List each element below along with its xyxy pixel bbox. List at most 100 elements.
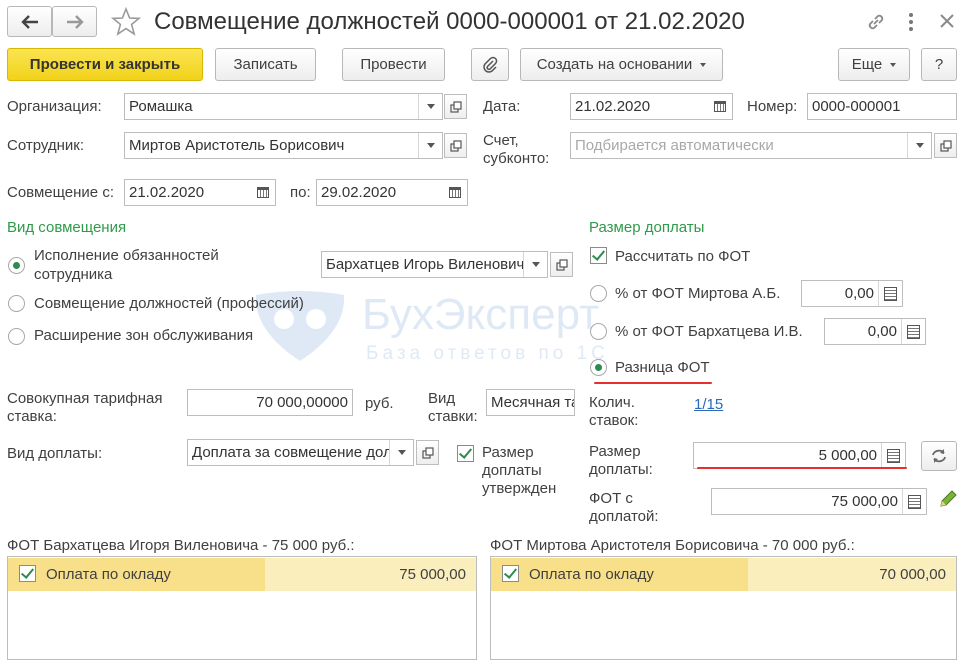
tariff-currency: руб. [365, 395, 394, 412]
link-icon[interactable] [866, 12, 886, 32]
fot-barkhattsev-title: ФОТ Бархатцева Игоря Виленовича - 75 000… [7, 537, 355, 554]
organization-label: Организация: [7, 98, 102, 115]
calculator-button[interactable] [881, 443, 905, 468]
table-row[interactable]: Оплата по окладу 75 000,00 [8, 558, 476, 591]
percent-mirtov-field[interactable]: 0,00 [801, 280, 903, 307]
row-value: 70 000,00 [879, 566, 946, 583]
account-open-button[interactable] [934, 133, 957, 158]
fot-barkhattsev-table[interactable]: Оплата по окладу 75 000,00 [7, 556, 477, 660]
account-placeholder: Подбирается автоматически [575, 137, 774, 154]
organization-field[interactable]: Ромашка [124, 93, 443, 120]
employee-open-button[interactable] [444, 133, 467, 158]
surcharge-amount-field[interactable]: 5 000,00 [693, 442, 906, 469]
employee-field[interactable]: Миртов Аристотель Борисович [124, 132, 443, 159]
calendar-icon [714, 101, 726, 112]
rate-kind-field[interactable]: Месячная тарифная ставка [486, 389, 575, 416]
percent-mirtov-value: 0,00 [844, 285, 874, 302]
account-label-line2: субконто: [483, 150, 550, 167]
account-field[interactable]: Подбирается автоматически [570, 132, 932, 159]
arrow-right-icon [66, 14, 84, 29]
percent-mirtov-label: % от ФОТ Миртова А.Б. [615, 285, 781, 302]
help-button[interactable]: ? [921, 48, 957, 81]
forward-button[interactable] [52, 6, 97, 37]
calendar-icon [449, 187, 461, 198]
post-and-close-button[interactable]: Провести и закрыть [7, 48, 203, 81]
surcharge-approved-checkbox[interactable] [457, 445, 474, 462]
post-button[interactable]: Провести [342, 48, 445, 81]
chevron-down-icon [700, 62, 707, 67]
surcharge-amount-label-line1: Размер [589, 443, 641, 460]
calendar-button[interactable] [708, 94, 732, 119]
create-based-on-button[interactable]: Создать на основании [520, 48, 723, 81]
fot-with-surcharge-value: 75 000,00 [831, 493, 898, 510]
payment-kind-open-button[interactable] [416, 440, 439, 465]
number-field[interactable]: 0000-000001 [807, 93, 957, 120]
calculator-button[interactable] [901, 319, 925, 344]
combo-type-heading: Вид совмещения [7, 219, 127, 236]
percent-barkhattsev-label: % от ФОТ Бархатцева И.В. [615, 323, 803, 340]
dropdown-button[interactable] [389, 440, 413, 465]
attach-button[interactable] [471, 48, 509, 81]
combo-to-field[interactable]: 29.02.2020 [316, 179, 468, 206]
calculator-icon [907, 324, 920, 339]
radio-execute-duties[interactable] [8, 257, 25, 274]
calculator-button[interactable] [878, 281, 902, 306]
table-row[interactable]: Оплата по окладу 70 000,00 [491, 558, 956, 591]
surcharge-approved-label-line2: доплаты [482, 462, 542, 479]
radio-combine-positions[interactable] [8, 295, 25, 312]
rate-kind-value: Месячная тарифная ставка [491, 394, 574, 411]
dropdown-button[interactable] [907, 133, 931, 158]
tariff-field[interactable]: 70 000,00000 [187, 389, 353, 416]
radio-percent-mirtov[interactable] [590, 285, 607, 302]
dropdown-button[interactable] [523, 252, 547, 277]
fot-with-surcharge-field[interactable]: 75 000,00 [711, 488, 927, 515]
fot-mirtov-table[interactable]: Оплата по окладу 70 000,00 [490, 556, 957, 660]
radio-fot-difference[interactable] [590, 359, 607, 376]
percent-barkhattsev-field[interactable]: 0,00 [824, 318, 926, 345]
radio-percent-barkhattsev[interactable] [590, 323, 607, 340]
row-checkbox[interactable] [502, 565, 519, 582]
date-field[interactable]: 21.02.2020 [570, 93, 733, 120]
substitute-open-button[interactable] [550, 252, 573, 277]
substitute-employee-field[interactable]: Бархатцев Игорь Виленович [321, 251, 548, 278]
row-label: Оплата по окладу [46, 566, 171, 583]
recalculate-button[interactable] [921, 441, 957, 471]
chevron-down-icon [915, 143, 924, 148]
combine-positions-label: Совмещение должностей (профессий) [34, 295, 304, 312]
open-window-icon [555, 258, 568, 271]
organization-open-button[interactable] [444, 94, 467, 119]
fot-with-surcharge-label-line1: ФОТ с [589, 490, 633, 507]
dropdown-button[interactable] [418, 133, 442, 158]
close-icon[interactable] [939, 13, 955, 29]
page-title: Совмещение должностей 0000-000001 от 21.… [154, 8, 745, 35]
substitute-employee-value: Бархатцев Игорь Виленович [326, 256, 523, 273]
pencil-icon[interactable] [938, 489, 958, 509]
combo-from-field[interactable]: 21.02.2020 [124, 179, 276, 206]
save-button[interactable]: Записать [215, 48, 316, 81]
back-button[interactable] [7, 6, 52, 37]
more-vertical-icon[interactable] [906, 11, 916, 33]
calendar-button[interactable] [443, 180, 467, 205]
surcharge-approved-label-line1: Размер [482, 444, 534, 461]
calculator-button[interactable] [902, 489, 926, 514]
employee-value: Миртов Аристотель Борисович [129, 137, 345, 154]
chevron-down-icon [397, 450, 406, 455]
payment-kind-value: Доплата за совмещение должностей [192, 444, 389, 461]
fot-mirtov-title: ФОТ Миртова Аристотеля Борисовича - 70 0… [490, 537, 855, 554]
rate-count-link[interactable]: 1/15 [694, 396, 723, 414]
tariff-label-line1: Совокупная тарифная [7, 390, 163, 407]
payment-kind-field[interactable]: Доплата за совмещение должностей [187, 439, 414, 466]
rate-kind-label-line2: ставки: [428, 408, 478, 425]
fot-with-surcharge-label-line2: доплатой: [589, 508, 659, 525]
surcharge-amount-label-line2: доплаты: [589, 461, 653, 478]
calendar-button[interactable] [251, 180, 275, 205]
tariff-value: 70 000,00000 [256, 394, 348, 411]
calc-by-fot-checkbox[interactable] [590, 247, 607, 264]
chevron-down-icon [531, 262, 540, 267]
row-checkbox[interactable] [19, 565, 36, 582]
favorite-star-icon[interactable] [111, 7, 141, 37]
dropdown-button[interactable] [418, 94, 442, 119]
refresh-icon [932, 449, 946, 463]
more-button[interactable]: Еще [838, 48, 910, 81]
radio-expand-service-zones[interactable] [8, 328, 25, 345]
